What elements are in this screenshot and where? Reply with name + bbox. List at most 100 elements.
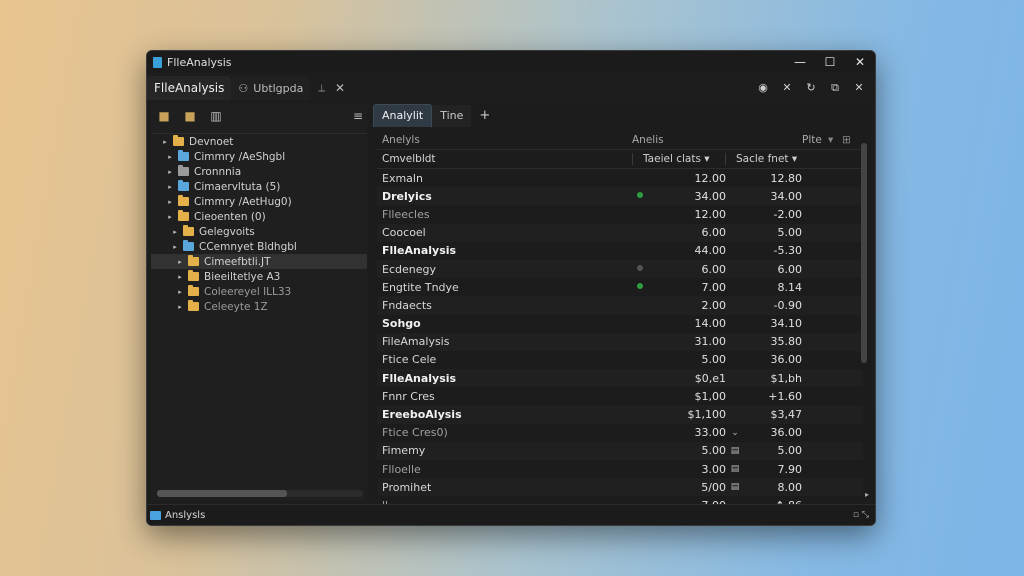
close-button[interactable]: ✕ [845,51,875,73]
table-row[interactable]: Fndaects 2.00 -0.90 [377,296,863,315]
vertical-scrollbar[interactable] [861,143,867,363]
cell-name: Flloelle [382,462,421,476]
tree-node[interactable]: ▸ CCemnyet Bldhgbl [151,239,367,254]
cell-name: Ecdenegy [382,262,436,276]
row-action-icon[interactable]: ▤ [726,446,744,456]
cell-value: 5.00 [777,226,803,240]
chevron-right-icon[interactable]: ▸ [175,258,185,266]
row-action-icon[interactable]: ▤ [726,482,744,492]
pin-icon[interactable]: ⟂ [318,83,325,94]
table-row[interactable]: Coocoel 6.00 5.00 [377,223,863,242]
tab-flleanalysis[interactable]: FlleAnalysis [147,76,232,100]
chevron-right-icon[interactable]: ▸ [165,198,175,206]
table-row[interactable]: FlleAnalysis $0,e1 $1,bh [377,369,863,388]
table-row[interactable]: FlleAnalysis 44.00 -5.30 [377,242,863,260]
chevron-right-icon[interactable]: ▸ [160,138,170,146]
tree-node[interactable]: ▸ Cimmry /AeShgbl [151,149,367,164]
chevron-right-icon[interactable]: ▸ [170,228,180,236]
menu-icon[interactable]: ≡ [353,109,363,123]
column-header[interactable]: Plte [802,134,828,146]
tree-node[interactable]: ▸ Cimmry /AetHug0) [151,194,367,209]
table-row[interactable]: Exmaln 12.00 12.80 [377,169,863,187]
tree-node[interactable]: ▸ Gelegvoits [151,224,367,239]
resize-icon[interactable]: ▫ ⤡ [853,510,869,520]
main-panel: Analylit Tine + Anelyls Anelis Plte ▾ ⊞ … [373,103,871,512]
chevron-right-icon[interactable]: ▸ [175,288,185,296]
refresh-icon[interactable]: ↻ [801,81,821,95]
table-row[interactable]: EreeboAlysis $1,100 $3,47 [377,405,863,424]
table-row[interactable]: Ecdenegy 6.00 6.00 [377,259,863,279]
tab-tine[interactable]: Tine [432,105,472,127]
tree-node[interactable]: ▸ Cimeefbtli.JT [151,254,367,269]
tab-analylit[interactable]: Analylit [373,104,433,127]
tree-node[interactable]: ▸ Coleereyel ILL33 [151,284,367,299]
tree-node[interactable]: ▸ Cimaervltuta (5) [151,179,367,194]
cell-value: $0,e1 [694,371,726,385]
chevron-right-icon[interactable]: ▸ [165,183,175,191]
horizontal-scrollbar[interactable] [157,490,363,497]
cell-value: 34.10 [770,317,803,331]
column-header[interactable]: Anelyls [377,134,632,146]
column-header[interactable]: Cmvelbldt [377,153,628,165]
table-row[interactable]: Promihet 5/00 ▤ 8.00 [377,478,863,497]
maximize-button[interactable]: ☐ [815,51,845,73]
table-row[interactable]: Flloelle 3.00 ▤ 7.90 [377,460,863,478]
row-action-icon[interactable]: ⌄ [726,428,744,438]
tree-node-label: Devnoet [189,135,234,148]
chevron-right-icon[interactable]: ▸ [165,168,175,176]
table-row[interactable]: FileAmalysis 31.00 35.80 [377,332,863,351]
sort-icon[interactable]: ▾ [828,134,842,146]
table-row[interactable]: Drelyics 34.00 34.00 [377,187,863,206]
minimize-button[interactable]: — [785,51,815,73]
tab-ubtlgpda[interactable]: ⚇ Ubtlgpda [231,76,311,100]
popout-icon[interactable]: ⧉ [825,81,845,95]
cell-value: 5.00 [701,353,727,367]
table-row[interactable]: Flleecles 12.00 -2.00 [377,205,863,223]
tab-label: FlleAnalysis [154,81,225,95]
chevron-right-icon[interactable]: ▸ [170,243,180,251]
scrollbar-thumb[interactable] [157,490,287,497]
folder-icon [188,285,199,296]
table-row[interactable]: Ftice Cele 5.00 36.00 [377,351,863,369]
folder-icon [178,180,189,191]
column-header[interactable]: Taeiel clats ▾ [632,153,725,165]
tree-node[interactable]: ▸ Cronnnia [151,164,367,179]
tree-node-label: Cimmry /AeShgbl [194,150,286,163]
table-row[interactable]: Ftice Cres0) 33.00 ⌄ 36.00 [377,424,863,442]
scroll-right-icon[interactable]: ▸ [865,490,869,499]
user-icon: ⚇ [238,81,249,95]
chevron-right-icon[interactable]: ▸ [175,303,185,311]
column-header[interactable]: Sacle fnet ▾ [725,153,814,165]
new-folder-icon[interactable]: ■ [177,109,203,123]
table-row[interactable]: Fnnr Cres $1,00 +1.60 [377,387,863,405]
cell-name: Exmaln [382,171,423,185]
cell-name: Promihet [382,480,432,494]
table-row[interactable]: Engtite Tndye 7.00 8.14 [377,278,863,296]
settings-icon[interactable]: ◉ [753,81,773,95]
file-icon[interactable]: ▥ [203,109,229,123]
cell-value: 8.14 [777,280,803,294]
chevron-right-icon[interactable]: ▸ [165,213,175,221]
cell-value: 2.00 [701,298,727,312]
grid-icon[interactable]: ⊞ [842,134,856,146]
chevron-right-icon[interactable]: ▸ [175,273,185,281]
row-action-icon[interactable]: ▤ [726,464,744,474]
tree-node[interactable]: ▸ Celeeyte 1Z [151,299,367,314]
tree-node[interactable]: ▸ Bieeiltetlye A3 [151,269,367,284]
column-header[interactable]: Anelis [632,134,802,146]
cell-value: 5.00 [701,444,727,458]
tab-close-icon[interactable]: ✕ [335,81,345,95]
status-bar: Anslysls ▫ ⤡ [147,504,875,525]
chevron-right-icon[interactable]: ▸ [165,153,175,161]
add-tab-button[interactable]: + [471,105,498,127]
tree-node[interactable]: ▸ Cieoenten (0) [151,209,367,224]
table-row[interactable]: Sohgo 14.00 34.10 [377,315,863,333]
folder-icon [178,195,189,206]
cell-name: Flleecles [382,207,430,221]
table-row[interactable]: Fimemy 5.00 ▤ 5.00 [377,441,863,460]
tree-node[interactable]: ▸ Devnoet [151,134,367,149]
close-icon[interactable]: ✕ [777,81,797,95]
close-panel-icon[interactable]: ✕ [849,81,869,95]
folder-icon[interactable]: ■ [151,109,177,123]
cell-value: 7.90 [777,462,803,476]
